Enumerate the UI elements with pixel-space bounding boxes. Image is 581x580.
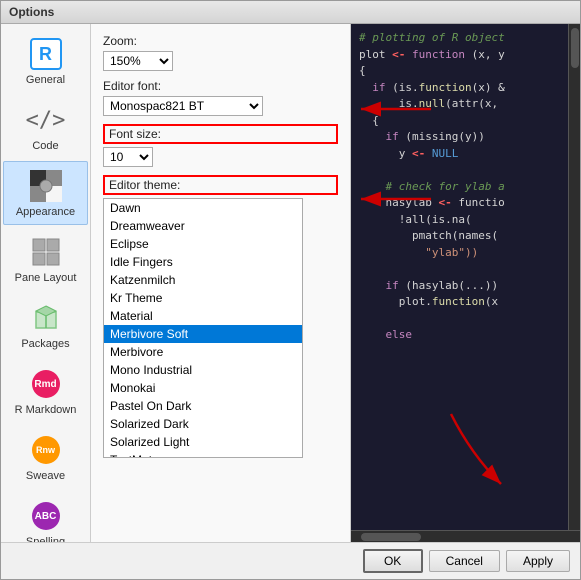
sidebar-label-rmarkdown: R Markdown (15, 404, 77, 416)
font-size-row: Font size: 10 8 9 11 12 14 16 (103, 124, 338, 167)
theme-list-item[interactable]: Mono Industrial (104, 361, 302, 379)
zoom-inline: 150% 100% 125% 175% 200% (103, 51, 338, 71)
code-line-6: { (359, 113, 560, 130)
font-size-select[interactable]: 10 8 9 11 12 14 16 (103, 147, 153, 167)
editor-font-inline: Monospac821 BT (103, 96, 338, 116)
rmarkdown-icon: Rmd (28, 366, 64, 402)
bottom-bar: OK Cancel Apply (1, 542, 580, 579)
theme-list-item[interactable]: Idle Fingers (104, 253, 302, 271)
sidebar-label-code: Code (32, 140, 58, 152)
font-size-label-outlined: Font size: (103, 124, 338, 144)
theme-list-item[interactable]: Dawn (104, 199, 302, 217)
sidebar-item-appearance[interactable]: Appearance (3, 161, 88, 225)
packages-icon (28, 300, 64, 336)
theme-list[interactable]: DawnDreamweaverEclipseIdle FingersKatzen… (103, 198, 303, 458)
apply-button[interactable]: Apply (506, 550, 570, 572)
code-line-5: is.null(attr(x, (359, 96, 560, 113)
theme-list-item[interactable]: Monokai (104, 379, 302, 397)
titlebar: Options (1, 1, 580, 24)
options-panel: Zoom: 150% 100% 125% 175% 200% Editor fo… (91, 24, 351, 542)
theme-list-item[interactable]: Pastel On Dark (104, 397, 302, 415)
options-window: Options R General </> Code (0, 0, 581, 580)
font-size-label: Font size: (109, 127, 161, 141)
theme-list-item[interactable]: Solarized Dark (104, 415, 302, 433)
theme-list-item[interactable]: Eclipse (104, 235, 302, 253)
code-line-2: plot <- function (x, y (359, 47, 560, 64)
theme-list-item[interactable]: Merbivore Soft (104, 325, 302, 343)
sidebar-label-appearance: Appearance (16, 206, 75, 218)
theme-list-item[interactable]: Merbivore (104, 343, 302, 361)
sidebar-label-packages: Packages (21, 338, 69, 350)
horizontal-scrollbar[interactable] (351, 530, 580, 542)
editor-theme-label: Editor theme: (109, 178, 180, 192)
editor-theme-label-outlined: Editor theme: (103, 175, 338, 195)
scrollbar-thumb-v[interactable] (571, 28, 579, 68)
vertical-scrollbar[interactable] (568, 24, 580, 530)
sweave-icon: Rnw (28, 432, 64, 468)
code-line-12: !all(is.na( (359, 212, 560, 229)
code-line-1: # plotting of R object (359, 30, 560, 47)
code-line-18 (359, 311, 560, 328)
editor-theme-row: Editor theme: DawnDreamweaverEclipseIdle… (103, 175, 338, 458)
editor-font-label: Editor font: (103, 79, 338, 93)
sidebar-label-pane-layout: Pane Layout (15, 272, 77, 284)
scrollbar-thumb-h[interactable] (361, 533, 421, 541)
editor-font-select[interactable]: Monospac821 BT (103, 96, 263, 116)
spelling-icon: ABC (28, 498, 64, 534)
theme-list-item[interactable]: Katzenmilch (104, 271, 302, 289)
main-content: R General </> Code (1, 24, 580, 542)
sidebar-item-pane-layout[interactable]: Pane Layout (3, 227, 88, 291)
sidebar-item-code[interactable]: </> Code (3, 95, 88, 159)
code-icon: </> (28, 102, 64, 138)
theme-list-item[interactable]: Material (104, 307, 302, 325)
appearance-icon (28, 168, 64, 204)
code-line-7: if (missing(y)) (359, 129, 560, 146)
theme-list-item[interactable]: TextMate (104, 451, 302, 458)
sidebar-item-general[interactable]: R General (3, 29, 88, 93)
code-line-3: { (359, 63, 560, 80)
code-content: # plotting of R object plot <- function … (359, 30, 572, 356)
cancel-button[interactable]: Cancel (429, 550, 500, 572)
code-line-8: y <- NULL (359, 146, 560, 163)
code-line-19: else (359, 327, 560, 344)
editor-font-row: Editor font: Monospac821 BT (103, 79, 338, 116)
sidebar-item-packages[interactable]: Packages (3, 293, 88, 357)
code-line-13: pmatch(names( (359, 228, 560, 245)
sidebar-item-spelling[interactable]: ABC Spelling (3, 491, 88, 542)
zoom-label: Zoom: (103, 34, 338, 48)
theme-list-item[interactable]: Dreamweaver (104, 217, 302, 235)
theme-list-item[interactable]: Kr Theme (104, 289, 302, 307)
sidebar-label-general: General (26, 74, 65, 86)
sidebar-label-sweave: Sweave (26, 470, 65, 482)
ok-button[interactable]: OK (363, 549, 423, 573)
code-line-9 (359, 162, 560, 179)
pane-layout-icon (28, 234, 64, 270)
general-icon: R (28, 36, 64, 72)
sidebar-item-sweave[interactable]: Rnw Sweave (3, 425, 88, 489)
theme-list-item[interactable]: Solarized Light (104, 433, 302, 451)
code-line-15 (359, 261, 560, 278)
sidebar-item-rmarkdown[interactable]: Rmd R Markdown (3, 359, 88, 423)
window-title: Options (9, 5, 54, 19)
code-line-11: hasylab <- functio (359, 195, 560, 212)
main-panel: Zoom: 150% 100% 125% 175% 200% Editor fo… (91, 24, 580, 542)
code-preview: # plotting of R object plot <- function … (351, 24, 580, 542)
code-line-14: "ylab")) (359, 245, 560, 262)
zoom-select[interactable]: 150% 100% 125% 175% 200% (103, 51, 173, 71)
font-size-inline: 10 8 9 11 12 14 16 (103, 147, 338, 167)
zoom-row: Zoom: 150% 100% 125% 175% 200% (103, 34, 338, 71)
code-line-10: # check for ylab a (359, 179, 560, 196)
code-line-4: if (is.function(x) & (359, 80, 560, 97)
code-line-17: plot.function(x (359, 294, 560, 311)
code-line-16: if (hasylab(...)) (359, 278, 560, 295)
sidebar: R General </> Code (1, 24, 91, 542)
